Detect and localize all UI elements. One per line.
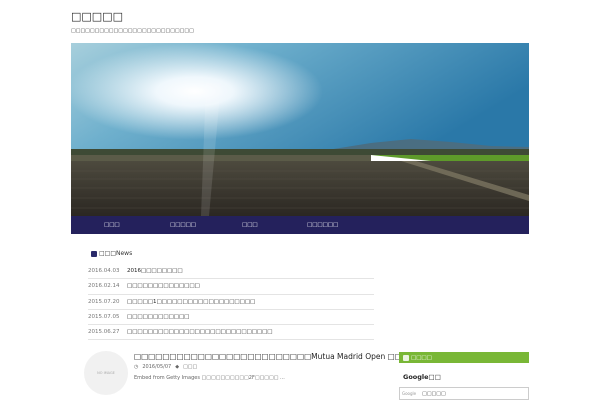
post-excerpt: Embed from Getty Images □□□□□□□□□□2F□□□□… <box>134 375 285 381</box>
news-heading-label: □□□News <box>99 250 133 257</box>
news-date: 2015.07.20 <box>88 298 120 305</box>
nav-item-2[interactable]: □□□□□ <box>170 222 196 228</box>
news-date: 2016.04.03 <box>88 268 120 275</box>
news-title[interactable]: □□□□□□□□□□□□□□□□□□□□□□□□□□□□ <box>127 329 273 335</box>
tag-icon: ◆ <box>175 364 180 370</box>
post-title[interactable]: □□□□□□□□□□□□□□□□□□□□□□□□□Mutua Madrid Op… <box>134 352 442 361</box>
news-item[interactable]: 2015.07.05 □□□□□□□□□□□□ <box>88 310 374 326</box>
post-date: 2016/05/07 <box>142 364 172 370</box>
search-input[interactable]: Google □□□□□ <box>399 387 529 400</box>
post-thumbnail[interactable]: NO IMAGE <box>84 351 128 395</box>
news-heading: □□□News <box>91 250 132 257</box>
news-date: 2016.02.14 <box>88 283 120 290</box>
news-date: 2015.07.05 <box>88 314 120 321</box>
site-title[interactable]: □□□□□ <box>71 10 123 23</box>
news-list: 2016.04.03 2016□□□□□□□□ 2016.02.14 □□□□□… <box>88 264 374 341</box>
sidebar-heading-label: □□□□ <box>411 354 432 361</box>
news-item[interactable]: 2015.07.20 □□□□□1□□□□□□□□□□□□□□□□□□□ <box>88 295 374 310</box>
news-title[interactable]: □□□□□□□□□□□□□□ <box>127 283 200 289</box>
post-category[interactable]: □□□ <box>183 364 197 370</box>
news-item[interactable]: 2016.04.03 2016□□□□□□□□ <box>88 264 374 280</box>
rss-icon[interactable] <box>91 250 97 257</box>
news-title[interactable]: 2016□□□□□□□□ <box>127 268 183 274</box>
hero-image <box>71 43 529 216</box>
nav-item-1[interactable]: □□□ <box>104 222 120 228</box>
news-item[interactable]: 2015.06.27 □□□□□□□□□□□□□□□□□□□□□□□□□□□□ <box>88 325 374 341</box>
sidebar-subheading: Google□□ <box>403 373 441 381</box>
rss-icon <box>403 354 409 361</box>
post-meta: ◷ 2016/05/07 ◆ □□□ <box>134 364 197 370</box>
search-placeholder: □□□□□ <box>422 390 446 397</box>
google-logo: Google <box>402 391 417 396</box>
news-item[interactable]: 2016.02.14 □□□□□□□□□□□□□□ <box>88 279 374 295</box>
nav-item-3[interactable]: □□□ <box>242 222 258 228</box>
news-title[interactable]: □□□□□1□□□□□□□□□□□□□□□□□□□ <box>127 299 255 305</box>
nav-item-4[interactable]: □□□□□□ <box>307 222 338 228</box>
thumbnail-placeholder-text: NO IMAGE <box>97 371 115 375</box>
news-date: 2015.06.27 <box>88 329 120 336</box>
news-title[interactable]: □□□□□□□□□□□□ <box>127 314 189 320</box>
clock-icon: ◷ <box>134 364 139 370</box>
site-tagline: □□□□□□□□□□□□□□□□□□□□□□□□□□ <box>71 28 194 34</box>
sidebar-heading: □□□□ <box>399 352 529 363</box>
global-nav: □□□ □□□□□ □□□ □□□□□□ <box>71 216 529 234</box>
